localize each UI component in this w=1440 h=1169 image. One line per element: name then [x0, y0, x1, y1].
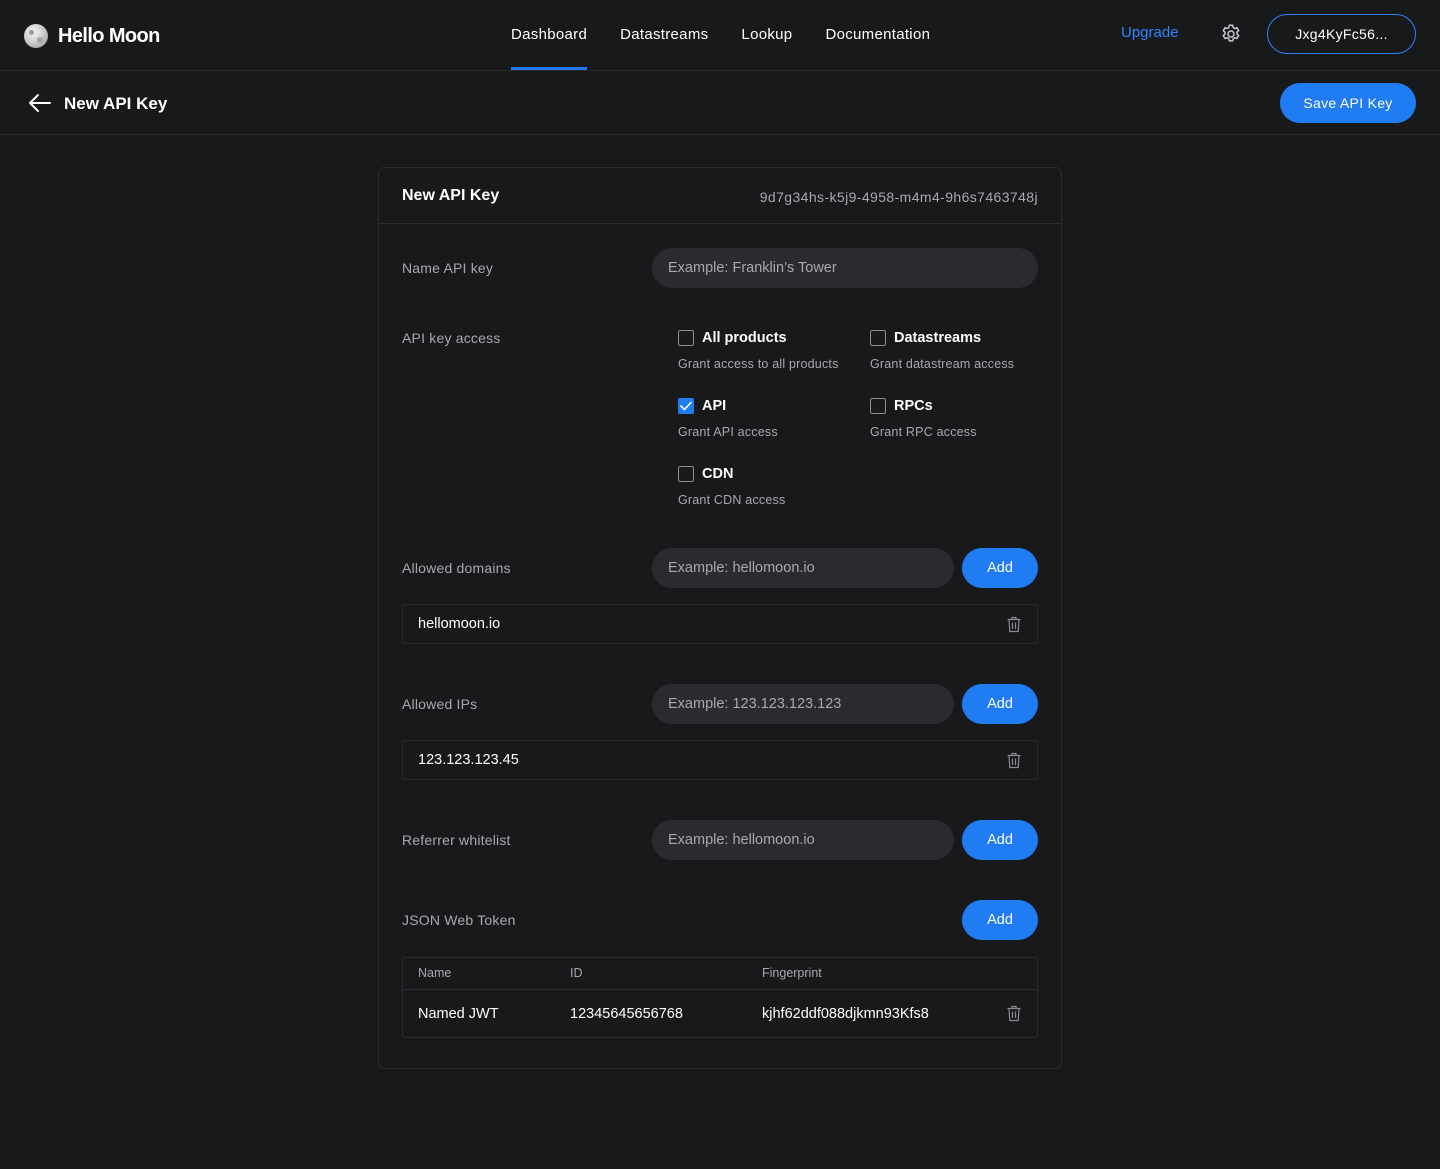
wallet-button[interactable]: Jxg4KyFc56... [1267, 14, 1416, 54]
upgrade-link[interactable]: Upgrade [1121, 24, 1179, 41]
nav-datastreams[interactable]: Datastreams [620, 0, 708, 70]
table-header: Name ID Fingerprint [403, 958, 1037, 990]
moon-icon [24, 24, 48, 48]
arrow-left-icon[interactable] [28, 93, 52, 113]
api-key-id: 9d7g34hs-k5j9-4958-m4m4-9h6s7463748j [759, 189, 1038, 205]
jwt-table: Name ID Fingerprint Named JWT 1234564565… [402, 957, 1038, 1038]
jwt-fingerprint: kjhf62ddf088djkmn93Kfs8 [762, 1006, 929, 1022]
checkbox[interactable] [870, 398, 886, 414]
domain-value: hellomoon.io [418, 616, 501, 632]
page-title: New API Key [64, 94, 168, 113]
jwt-label: JSON Web Token [402, 912, 516, 928]
checkbox-label: Datastreams [894, 330, 982, 346]
checkmark-icon [680, 401, 692, 411]
checkbox-label: CDN [702, 466, 734, 482]
checkbox-label: RPCs [894, 398, 933, 414]
add-jwt-button[interactable]: Add [962, 900, 1038, 940]
top-navbar: Hello Moon Dashboard Datastreams Lookup … [0, 0, 1440, 71]
nav-lookup[interactable]: Lookup [741, 0, 792, 70]
nav-dashboard[interactable]: Dashboard [511, 0, 588, 70]
api-key-card: New API Key 9d7g34hs-k5j9-4958-m4m4-9h6s… [378, 167, 1062, 1069]
ip-item: 123.123.123.45 [402, 740, 1038, 780]
access-label: API key access [402, 330, 501, 346]
save-api-key-button[interactable]: Save API Key [1280, 83, 1416, 123]
checkbox-datastreams[interactable]: Datastreams [870, 330, 981, 346]
card-header: New API Key 9d7g34hs-k5j9-4958-m4m4-9h6s… [379, 168, 1061, 224]
api-key-name-input[interactable] [652, 248, 1038, 288]
checkbox-rpcs[interactable]: RPCs [870, 398, 933, 414]
main-nav: Dashboard Datastreams Lookup Documentati… [511, 0, 963, 70]
checkbox-description: Grant CDN access [678, 493, 786, 507]
jwt-id: 12345645656768 [570, 1006, 683, 1022]
trash-icon[interactable] [1006, 1005, 1022, 1022]
brand-logo[interactable]: Hello Moon [24, 23, 160, 49]
add-referrer-button[interactable]: Add [962, 820, 1038, 860]
checkbox-all-products[interactable]: All products [678, 330, 787, 346]
domain-input[interactable] [652, 548, 954, 588]
ips-label: Allowed IPs [402, 696, 478, 712]
domains-label: Allowed domains [402, 560, 511, 576]
checkbox-description: Grant datastream access [870, 357, 1015, 371]
checkbox[interactable] [870, 330, 886, 346]
checkbox-cdn[interactable]: CDN [678, 466, 733, 482]
checkbox[interactable] [678, 466, 694, 482]
checkbox-label: All products [702, 330, 787, 346]
checkbox-api[interactable]: API [678, 398, 726, 414]
brand-name: Hello Moon [58, 24, 160, 47]
name-label: Name API key [402, 260, 494, 276]
column-header-fingerprint: Fingerprint [762, 966, 822, 980]
column-header-name: Name [418, 966, 452, 980]
referrer-label: Referrer whitelist [402, 832, 511, 848]
checkbox-description: Grant access to all products [678, 357, 839, 371]
checkbox-checked[interactable] [678, 398, 694, 414]
trash-icon[interactable] [1006, 616, 1022, 633]
domain-item: hellomoon.io [402, 604, 1038, 644]
checkbox-label: API [702, 398, 727, 414]
referrer-input[interactable] [652, 820, 954, 860]
checkbox[interactable] [678, 330, 694, 346]
checkbox-description: Grant RPC access [870, 425, 977, 439]
column-header-id: ID [570, 966, 583, 980]
checkbox-description: Grant API access [678, 425, 778, 439]
card-title: New API Key [402, 187, 500, 204]
ip-input[interactable] [652, 684, 954, 724]
ip-value: 123.123.123.45 [418, 752, 519, 768]
trash-icon[interactable] [1006, 752, 1022, 769]
add-ip-button[interactable]: Add [962, 684, 1038, 724]
add-domain-button[interactable]: Add [962, 548, 1038, 588]
nav-documentation[interactable]: Documentation [825, 0, 930, 70]
gear-icon[interactable] [1219, 22, 1243, 46]
page-header: New API Key Save API Key [0, 71, 1440, 135]
jwt-name: Named JWT [418, 1006, 499, 1022]
